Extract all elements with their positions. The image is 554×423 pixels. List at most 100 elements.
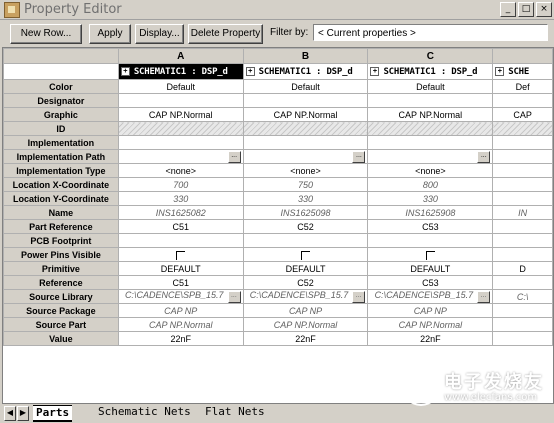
minimize-icon[interactable]: _ (500, 2, 516, 17)
table-cell[interactable]: CAP NP.Normal (367, 107, 494, 122)
display-button[interactable]: Display... (135, 24, 184, 44)
table-cell[interactable]: ... C:\CADENCE\SPB_15.7 (242, 289, 369, 304)
table-cell[interactable]: C53 (367, 219, 494, 234)
table-cell[interactable] (242, 247, 369, 262)
table-cell[interactable]: CAP NP.Normal (242, 107, 369, 122)
table-cell[interactable]: 330 (367, 191, 494, 206)
table-cell[interactable] (492, 275, 553, 290)
table-cell[interactable] (492, 219, 553, 234)
new-row-button[interactable]: New Row... (10, 24, 82, 44)
table-cell[interactable] (117, 93, 244, 108)
browse-button[interactable]: ... (227, 291, 241, 303)
expand-icon[interactable]: + (370, 66, 380, 76)
column-header[interactable]: + SCHEMATIC1 : DSP_d (117, 63, 244, 80)
table-cell[interactable] (492, 331, 553, 346)
table-cell[interactable]: Default (242, 79, 369, 94)
row-header[interactable]: Color (3, 79, 119, 94)
table-cell[interactable] (242, 135, 369, 150)
column-header[interactable]: + SCHEMATIC1 : DSP_d (367, 63, 494, 80)
tab-scroll-left-icon[interactable]: ◀ (4, 406, 16, 421)
table-cell[interactable]: CAP NP.Normal (242, 317, 369, 332)
browse-button[interactable]: ... (352, 291, 366, 303)
table-cell[interactable] (492, 135, 553, 150)
table-cell[interactable]: 700 (117, 177, 244, 192)
table-cell[interactable] (492, 191, 553, 206)
table-cell[interactable]: INS1625082 (117, 205, 244, 220)
table-cell[interactable]: <none> (117, 163, 244, 178)
table-cell[interactable]: C:\ (492, 289, 553, 304)
table-cell[interactable] (492, 177, 553, 192)
row-header[interactable]: Name (3, 205, 119, 220)
table-cell[interactable]: 800 (367, 177, 494, 192)
table-cell[interactable]: CAP NP (117, 303, 244, 318)
expand-icon[interactable]: + (120, 66, 130, 76)
table-cell[interactable] (242, 93, 369, 108)
row-header[interactable]: Source Package (3, 303, 119, 318)
checkbox[interactable] (301, 250, 311, 260)
expand-icon[interactable]: + (245, 66, 255, 76)
table-cell[interactable]: INS1625098 (242, 205, 369, 220)
table-cell[interactable]: Default (367, 79, 494, 94)
table-cell[interactable]: 22nF (242, 331, 369, 346)
table-cell[interactable]: CAP NP.Normal (117, 317, 244, 332)
table-cell[interactable]: DEFAULT (117, 261, 244, 276)
browse-button[interactable]: ... (477, 291, 491, 303)
table-cell[interactable]: <none> (242, 163, 369, 178)
table-cell[interactable]: C52 (242, 219, 369, 234)
maximize-icon[interactable]: □ (518, 2, 534, 17)
table-cell[interactable]: 750 (242, 177, 369, 192)
table-cell[interactable] (117, 247, 244, 262)
table-cell[interactable]: ... (117, 149, 244, 164)
table-cell[interactable]: CAP NP (367, 303, 494, 318)
table-cell[interactable] (367, 93, 494, 108)
row-header[interactable]: Part Reference (3, 219, 119, 234)
table-cell[interactable] (367, 247, 494, 262)
table-cell[interactable]: <none> (367, 163, 494, 178)
table-cell[interactable]: D (492, 261, 553, 276)
table-cell[interactable] (492, 317, 553, 332)
table-cell[interactable]: C51 (117, 275, 244, 290)
table-cell[interactable]: C53 (367, 275, 494, 290)
row-header[interactable]: Power Pins Visible (3, 247, 119, 262)
row-header[interactable]: Reference (3, 275, 119, 290)
table-cell[interactable] (242, 121, 369, 136)
table-cell[interactable]: ... C:\CADENCE\SPB_15.7 (367, 289, 494, 304)
table-cell[interactable]: DEFAULT (367, 261, 494, 276)
row-header[interactable]: Graphic (3, 107, 119, 122)
browse-button[interactable]: ... (227, 151, 241, 163)
table-cell[interactable] (117, 135, 244, 150)
row-header[interactable]: Value (3, 331, 119, 346)
tab-flat-nets[interactable]: Flat Nets (205, 405, 265, 419)
column-letter[interactable] (492, 48, 553, 64)
browse-button[interactable]: ... (352, 151, 366, 163)
row-header[interactable]: ID (3, 121, 119, 136)
table-cell[interactable]: ... C:\CADENCE\SPB_15.7 (117, 289, 244, 304)
column-letter[interactable]: C (367, 48, 494, 64)
table-cell[interactable] (117, 121, 244, 136)
apply-button[interactable]: Apply (89, 24, 131, 44)
table-cell[interactable] (492, 121, 553, 136)
table-cell[interactable]: Default (117, 79, 244, 94)
row-header[interactable]: Implementation Path (3, 149, 119, 164)
table-cell[interactable]: IN (492, 205, 553, 220)
row-header[interactable]: Primitive (3, 261, 119, 276)
checkbox[interactable] (176, 250, 186, 260)
table-cell[interactable]: INS1625908 (367, 205, 494, 220)
table-cell[interactable]: CAP NP (242, 303, 369, 318)
column-letter[interactable]: B (242, 48, 369, 64)
row-header[interactable]: Location Y-Coordinate (3, 191, 119, 206)
table-cell[interactable] (367, 121, 494, 136)
table-cell[interactable]: 22nF (117, 331, 244, 346)
table-cell[interactable]: CAP NP.Normal (117, 107, 244, 122)
table-cell[interactable] (242, 233, 369, 248)
table-cell[interactable] (492, 303, 553, 318)
table-cell[interactable]: C52 (242, 275, 369, 290)
table-cell[interactable] (492, 247, 553, 262)
checkbox[interactable] (425, 250, 435, 260)
row-header[interactable]: PCB Footprint (3, 233, 119, 248)
tab-schematic-nets[interactable]: Schematic Nets (98, 405, 191, 419)
column-letter[interactable]: A (117, 48, 244, 64)
tab-scroll-right-icon[interactable]: ▶ (17, 406, 29, 421)
row-header[interactable]: Source Part (3, 317, 119, 332)
filter-select[interactable]: < Current properties > (313, 24, 548, 41)
